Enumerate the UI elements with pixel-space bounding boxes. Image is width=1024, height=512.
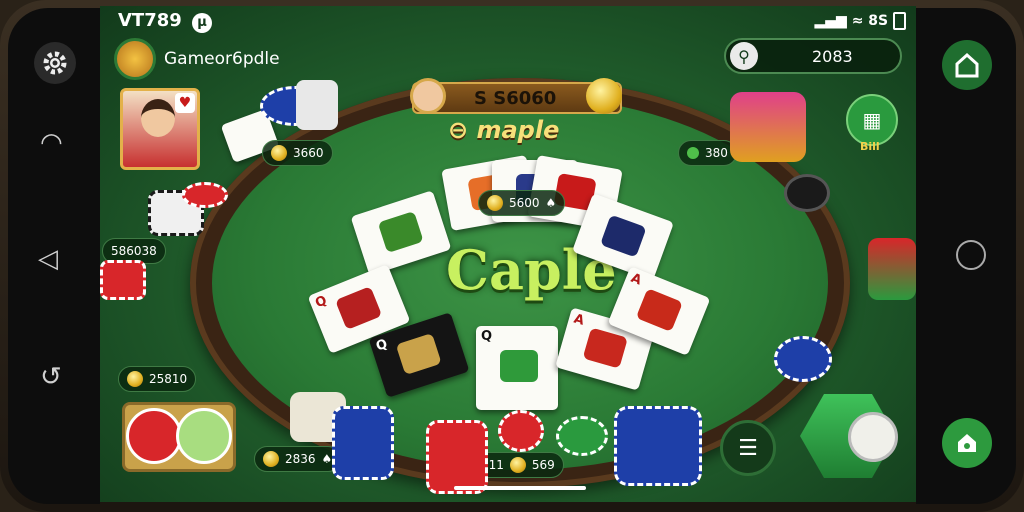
home-indicator[interactable] — [454, 486, 586, 490]
chip-tray-red — [126, 408, 182, 464]
home-button[interactable] — [942, 40, 992, 90]
back-icon[interactable]: ◁ — [38, 244, 58, 274]
chip-stack-bottom-2 — [332, 406, 394, 480]
wifi-icon: ≈ — [851, 13, 864, 29]
chip-stack-bottom-4 — [498, 410, 544, 452]
pot-amount: S S6060 — [474, 88, 557, 109]
avatar-heart-icon: ♥ — [175, 93, 195, 113]
search-icon: ⚲ — [730, 42, 758, 70]
game-screen: VT789 µ ▂▄▆ ≈ 8S Gameor6pdle ⚲ 2083 ♥ S … — [100, 6, 916, 502]
chip-stack-top-left-2 — [296, 80, 338, 130]
search-bar[interactable]: ⚲ 2083 — [724, 38, 902, 74]
bottom-home-button[interactable] — [942, 418, 992, 468]
status-brand: VT789 µ — [118, 10, 213, 33]
gear-icon — [43, 51, 67, 75]
home-icon — [958, 434, 976, 452]
bet-center: 5600 ♠ — [478, 190, 566, 216]
menu-icon: ☰ — [738, 435, 758, 461]
card-hand-3[interactable]: Q — [476, 326, 558, 410]
pot-coin-icon — [586, 78, 622, 114]
battery-icon — [893, 12, 906, 30]
shop-button[interactable]: ▦ — [846, 94, 898, 146]
pot-avatar — [410, 78, 446, 114]
bet-left-top: 3660 — [262, 140, 333, 166]
settings-button[interactable] — [34, 42, 76, 84]
avatar-face — [141, 99, 175, 137]
shop-icon: ▦ — [862, 108, 882, 132]
menu-circle-button[interactable] — [956, 240, 986, 270]
chip-tray-green — [176, 408, 232, 464]
profile-badge[interactable]: Gameor6pdle — [114, 38, 280, 80]
bet-left-bottom: 25810 — [118, 366, 197, 392]
left-bezel: ◠ ◁ ↺ — [8, 8, 100, 504]
chip-stack-left-red — [182, 182, 228, 208]
chip-stack-left-edge — [100, 260, 146, 300]
coin-icon — [487, 195, 503, 211]
coin-icon — [509, 457, 526, 473]
menu-button[interactable]: ☰ — [720, 420, 776, 476]
coin-icon — [263, 451, 279, 467]
spade-icon: ♠ — [545, 196, 557, 210]
chip-holder-top-right — [784, 174, 830, 212]
player-avatar[interactable]: ♥ — [120, 88, 200, 170]
coin-icon — [271, 145, 287, 161]
home-button-icon — [955, 52, 979, 78]
bet-right-top: 380 — [678, 140, 737, 166]
shop-label: Bill — [860, 140, 880, 153]
chip-stack-bottom-3 — [426, 420, 488, 494]
spade-icon: ♠ — [321, 452, 333, 466]
undo-icon[interactable]: ↺ — [40, 362, 62, 392]
bet-bottom-left: 2836 ♠ — [254, 446, 342, 472]
recent-apps-icon[interactable]: ◠ — [40, 128, 63, 158]
right-bezel — [916, 8, 1016, 504]
action-chip-icon — [848, 412, 898, 462]
chip-stack-right-blue — [774, 336, 832, 382]
profile-logo-icon — [114, 38, 156, 80]
pot-label: ⊖ maple — [448, 116, 560, 144]
gem-icon — [687, 147, 699, 159]
status-badge: µ — [192, 13, 213, 33]
profile-name: Gameor6pdle — [164, 49, 280, 69]
status-icons: ▂▄▆ ≈ 8S — [814, 12, 906, 30]
chip-stack-top-right — [730, 92, 806, 162]
heart-coin-icon — [127, 371, 143, 387]
chip-stack-bottom-6 — [614, 406, 702, 486]
chip-stack-bottom-5 — [556, 416, 608, 456]
search-value: 2083 — [812, 46, 853, 66]
chip-stack-right — [868, 238, 916, 300]
signal-icon: ▂▄▆ — [814, 13, 847, 29]
